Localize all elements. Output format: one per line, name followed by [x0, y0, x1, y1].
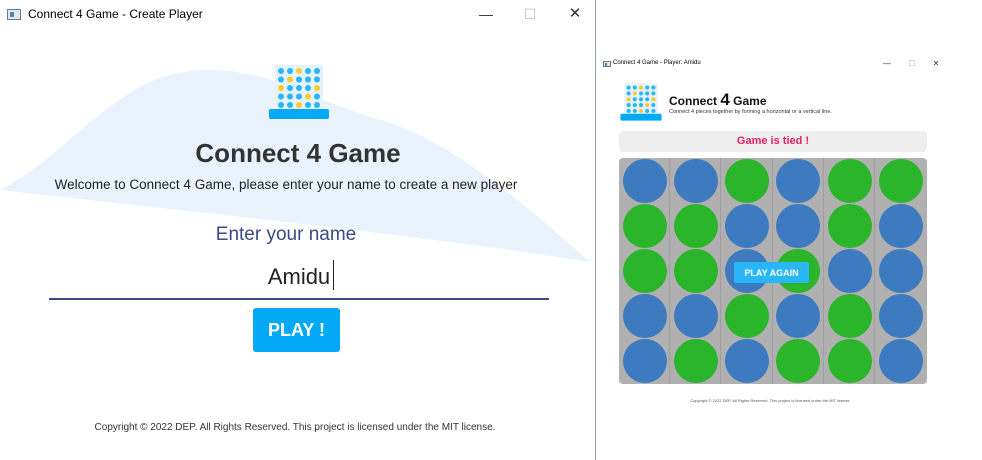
- name-input[interactable]: [49, 256, 549, 300]
- board-cell[interactable]: [824, 158, 876, 203]
- green-disc: [827, 158, 872, 203]
- board-cell[interactable]: [824, 203, 876, 249]
- blue-disc: [622, 294, 667, 339]
- board-cell[interactable]: [722, 203, 773, 249]
- board-cell[interactable]: [670, 203, 722, 249]
- green-disc: [673, 248, 718, 293]
- blue-disc: [725, 339, 770, 384]
- board-cell[interactable]: [876, 294, 927, 339]
- board-cell[interactable]: [824, 338, 876, 384]
- maximize-button[interactable]: ☐: [905, 57, 919, 71]
- board-cell[interactable]: [722, 158, 773, 203]
- connect4-logo-icon: [620, 83, 662, 121]
- window-title: Connect 4 Game - Player: Amidu: [613, 60, 701, 66]
- board-cell[interactable]: [619, 293, 670, 339]
- copyright-text: Copyright © 2022 DEP. All Rights Reserve…: [94, 422, 496, 433]
- board-cell[interactable]: [722, 338, 773, 384]
- blue-disc: [776, 203, 821, 248]
- maximize-button[interactable]: ☐: [519, 4, 541, 24]
- window-title: Connect 4 Game - Create Player: [28, 7, 203, 21]
- blue-disc: [673, 294, 718, 339]
- title-number: 4: [720, 90, 730, 109]
- app-icon: [7, 9, 21, 20]
- title-suffix: Game: [729, 94, 767, 108]
- create-player-window: Connect 4 Game - Create Player — ☐ ✕ Con…: [0, 0, 596, 460]
- blue-disc: [622, 158, 667, 203]
- green-disc: [827, 294, 872, 339]
- board-cell[interactable]: [773, 338, 824, 384]
- page-title: Connect 4 Game: [195, 138, 401, 168]
- green-disc: [622, 203, 667, 248]
- board-cell[interactable]: [824, 248, 876, 294]
- board-cell[interactable]: [670, 158, 722, 203]
- green-disc: [725, 158, 770, 203]
- blue-disc: [776, 158, 821, 203]
- board-cell[interactable]: [876, 339, 927, 384]
- board-cell[interactable]: [876, 248, 927, 293]
- close-button[interactable]: ✕: [929, 57, 943, 71]
- board-cell[interactable]: [619, 203, 670, 249]
- green-disc: [879, 158, 923, 203]
- name-label: Enter your name: [215, 224, 357, 245]
- game-title: Connect 4 Game: [669, 90, 767, 110]
- blue-disc: [879, 339, 923, 384]
- blue-disc: [879, 294, 923, 339]
- board-cell[interactable]: [619, 338, 670, 384]
- board-cell[interactable]: [722, 293, 773, 339]
- green-disc: [725, 294, 770, 339]
- green-disc: [776, 339, 821, 384]
- green-disc: [673, 203, 718, 248]
- blue-disc: [776, 294, 821, 339]
- green-disc: [827, 339, 872, 384]
- close-button[interactable]: ✕: [564, 4, 586, 24]
- play-button[interactable]: PLAY !: [253, 308, 340, 352]
- board-cell[interactable]: [670, 338, 722, 384]
- title-prefix: Connect: [669, 94, 721, 108]
- green-disc: [827, 203, 872, 248]
- blue-disc: [827, 248, 872, 293]
- board-cell[interactable]: [619, 248, 670, 294]
- blue-disc: [673, 158, 718, 203]
- blue-disc: [879, 248, 923, 293]
- title-bar[interactable]: Connect 4 Game - Create Player — ☐ ✕: [0, 0, 595, 30]
- board-cell[interactable]: [773, 158, 824, 203]
- green-disc: [673, 339, 718, 384]
- game-status: Game is tied !: [619, 131, 927, 152]
- text-caret: [333, 260, 334, 290]
- copyright-text: Copyright © 2022 DEP. All Rights Reserve…: [690, 398, 851, 403]
- play-again-button[interactable]: PLAY AGAIN: [734, 262, 809, 283]
- green-disc: [622, 248, 667, 293]
- board-cell[interactable]: [773, 203, 824, 249]
- blue-disc: [622, 339, 667, 384]
- board-cell[interactable]: [619, 158, 670, 203]
- blue-disc: [725, 203, 770, 248]
- board-cell[interactable]: [876, 203, 927, 248]
- title-bar[interactable]: Connect 4 Game - Player: Amidu — ☐ ✕: [598, 56, 943, 74]
- minimize-button[interactable]: —: [880, 57, 894, 71]
- minimize-button[interactable]: —: [475, 4, 497, 24]
- board-cell[interactable]: [824, 293, 876, 339]
- app-icon: [603, 61, 611, 67]
- board-cell[interactable]: [876, 158, 927, 203]
- board-cell[interactable]: [670, 293, 722, 339]
- connect4-logo-icon: [269, 65, 329, 119]
- blue-disc: [879, 203, 923, 248]
- game-subtitle: Connect 4 pieces together by forming a h…: [669, 109, 832, 115]
- welcome-text: Welcome to Connect 4 Game, please enter …: [54, 177, 518, 192]
- board-cell[interactable]: [670, 248, 722, 294]
- game-window: Connect 4 Game - Player: Amidu — ☐ ✕ Con…: [598, 56, 943, 411]
- board-cell[interactable]: [773, 293, 824, 339]
